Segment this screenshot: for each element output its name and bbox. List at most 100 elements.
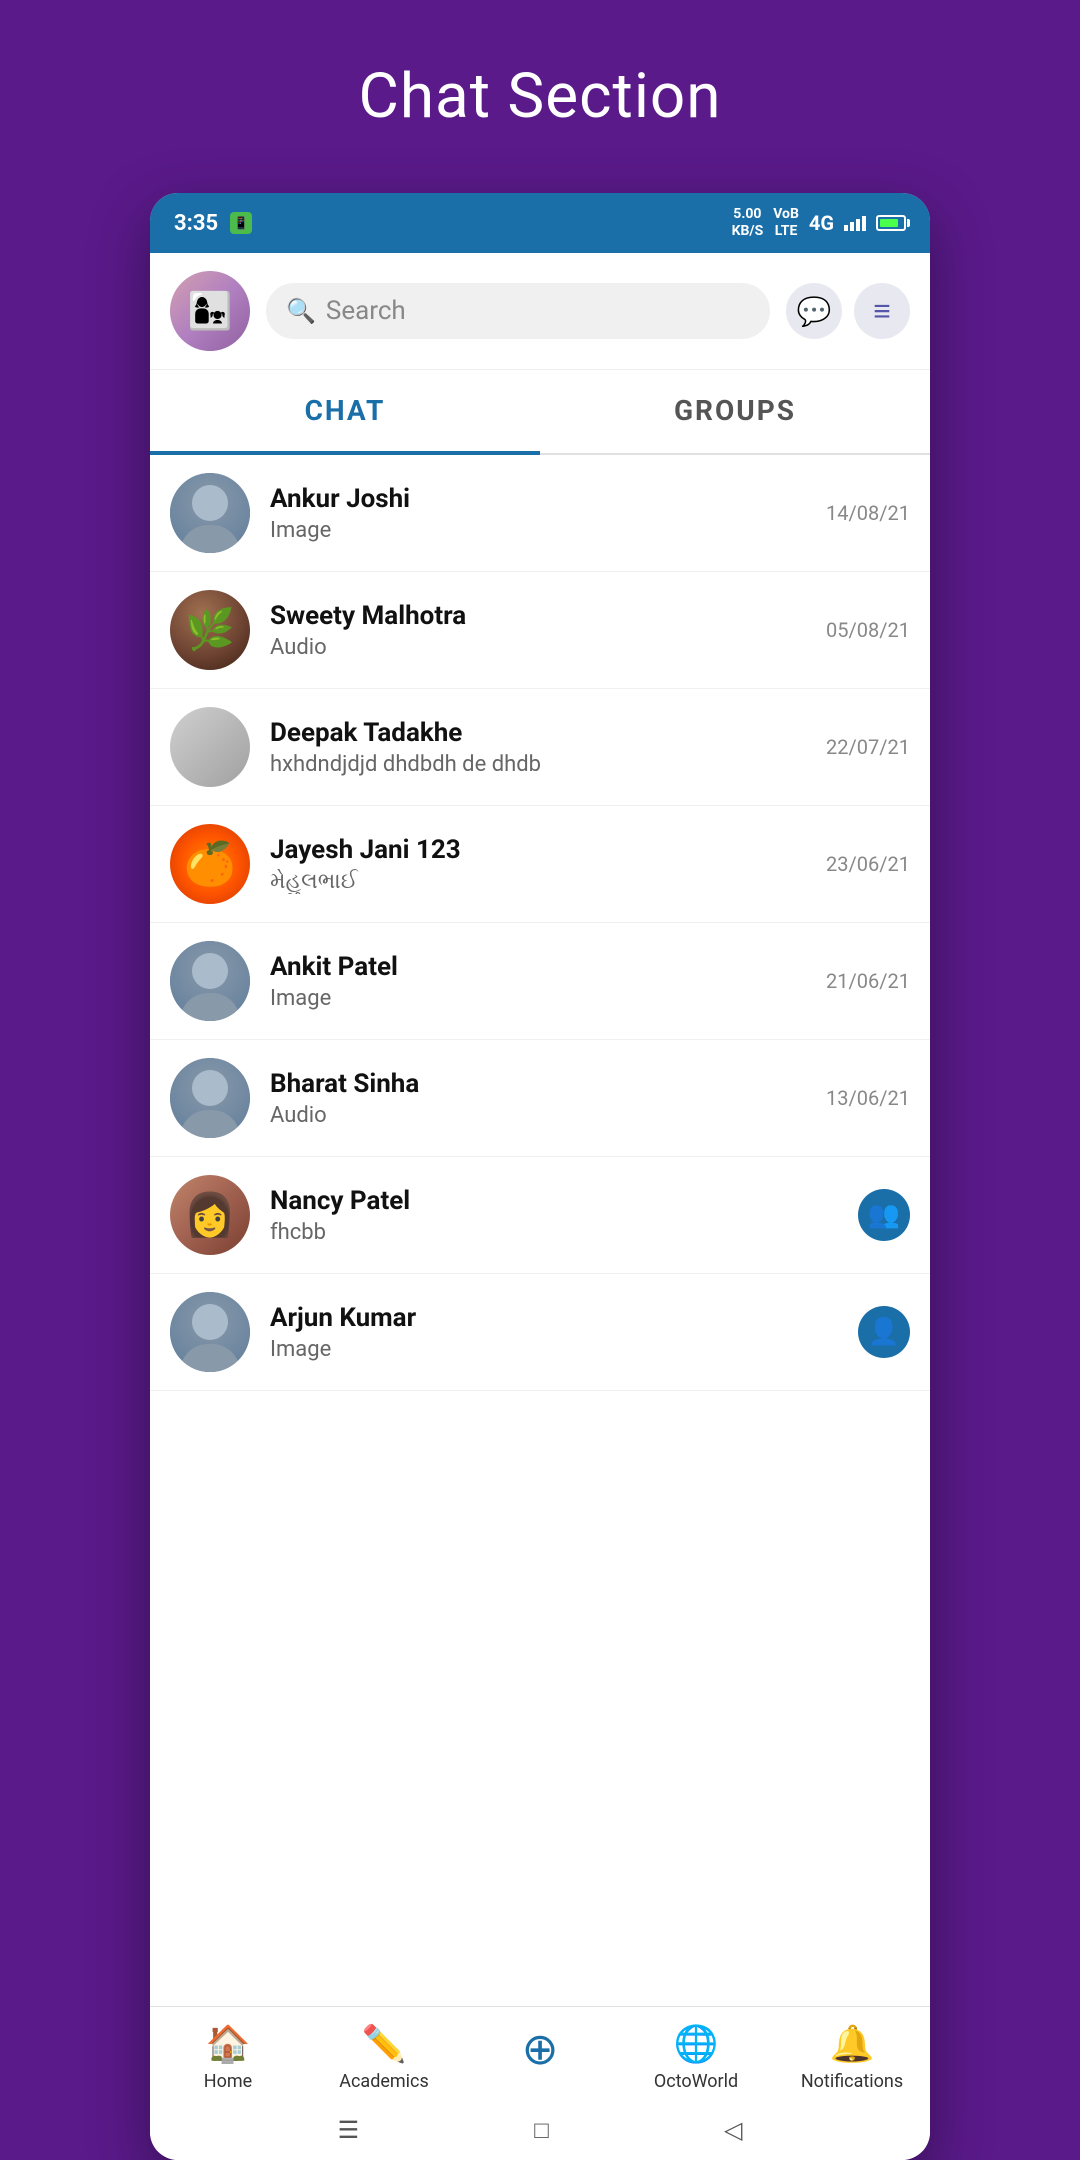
- nav-academics-label: Academics: [339, 2071, 429, 2092]
- list-item[interactable]: 🌿 Sweety Malhotra Audio 05/08/21: [150, 572, 930, 689]
- chat-name: Nancy Patel: [270, 1186, 858, 1216]
- group-badge-icon: 👥: [868, 1200, 900, 1230]
- android-back-button[interactable]: ◁: [724, 2116, 742, 2144]
- chat-time: 13/06/21: [826, 1086, 910, 1110]
- chat-info: Bharat Sinha Audio: [270, 1069, 826, 1128]
- chat-info: Deepak Tadakhe hxhdndjdjd dhdbdh de dhdb: [270, 718, 826, 777]
- chat-name: Ankur Joshi: [270, 484, 826, 514]
- chat-preview: Image: [270, 1337, 858, 1362]
- plus-icon: ⊕: [522, 2023, 559, 2075]
- avatar: [170, 707, 250, 787]
- search-icon: 🔍: [286, 297, 316, 325]
- avatar: 🌿: [170, 590, 250, 670]
- tab-chat[interactable]: CHAT: [150, 370, 540, 455]
- list-item[interactable]: Deepak Tadakhe hxhdndjdjd dhdbdh de dhdb…: [150, 689, 930, 806]
- nav-octoworld[interactable]: 🌐 OctoWorld: [618, 2023, 774, 2092]
- chat-info: Sweety Malhotra Audio: [270, 601, 826, 660]
- list-item[interactable]: Bharat Sinha Audio 13/06/21: [150, 1040, 930, 1157]
- avatar: [170, 473, 250, 553]
- notifications-icon: 🔔: [830, 2023, 875, 2065]
- chat-time: 23/06/21: [826, 852, 910, 876]
- avatar: [170, 941, 250, 1021]
- chat-info: Jayesh Jani 123 મેહુલભાઈ: [270, 835, 826, 894]
- nav-notifications[interactable]: 🔔 Notifications: [774, 2023, 930, 2092]
- list-item[interactable]: Ankur Joshi Image 14/08/21: [150, 455, 930, 572]
- nav-academics[interactable]: ✏️ Academics: [306, 2023, 462, 2092]
- header-icons: 💬 ≡: [786, 283, 910, 339]
- nav-notifications-label: Notifications: [801, 2071, 903, 2092]
- chat-time: 14/08/21: [826, 501, 910, 525]
- chat-info: Ankit Patel Image: [270, 952, 826, 1011]
- android-home-button[interactable]: □: [534, 2116, 549, 2145]
- android-nav: ☰ □ ◁: [150, 2100, 930, 2160]
- search-placeholder-text: Search: [326, 296, 406, 326]
- chat-name: Arjun Kumar: [270, 1303, 858, 1333]
- nav-home-label: Home: [204, 2071, 252, 2092]
- menu-button[interactable]: ≡: [854, 283, 910, 339]
- avatar[interactable]: [170, 271, 250, 351]
- status-time: 3:35: [174, 211, 218, 236]
- avatar: 👩: [170, 1175, 250, 1255]
- chat-name: Jayesh Jani 123: [270, 835, 826, 865]
- chat-meta: 13/06/21: [826, 1086, 910, 1110]
- chat-meta: 05/08/21: [826, 618, 910, 642]
- list-item[interactable]: 👩 Nancy Patel fhcbb 👥: [150, 1157, 930, 1274]
- avatar: 🍊: [170, 824, 250, 904]
- bottom-nav: 🏠 Home ✏️ Academics ⊕ 🌐 OctoWorld 🔔 Noti…: [150, 2006, 930, 2100]
- chat-time: 05/08/21: [826, 618, 910, 642]
- battery-icon: [876, 215, 906, 231]
- chat-info: Arjun Kumar Image: [270, 1303, 858, 1362]
- network-type: 4G: [809, 211, 834, 235]
- network-speed: 5.00KB/S: [732, 206, 764, 240]
- octoworld-icon: 🌐: [674, 2023, 719, 2065]
- chat-meta: 22/07/21: [826, 735, 910, 759]
- status-bar: 3:35 📱 5.00KB/S VoBLTE 4G: [150, 193, 930, 253]
- chat-meta: 14/08/21: [826, 501, 910, 525]
- status-bar-right: 5.00KB/S VoBLTE 4G: [732, 206, 906, 240]
- nav-octoworld-label: OctoWorld: [654, 2071, 738, 2092]
- nav-home[interactable]: 🏠 Home: [150, 2023, 306, 2092]
- person-badge-icon: 👤: [868, 1317, 900, 1347]
- chat-preview: Image: [270, 986, 826, 1011]
- chat-preview: Audio: [270, 1103, 826, 1128]
- sim-icon: 📱: [230, 212, 252, 234]
- chat-meta: 21/06/21: [826, 969, 910, 993]
- chat-bubble-icon: 💬: [797, 295, 832, 328]
- chat-time: 22/07/21: [826, 735, 910, 759]
- chat-meta: 👤: [858, 1306, 910, 1358]
- chat-preview: મેહુલભાઈ: [270, 869, 826, 894]
- phone-container: 3:35 📱 5.00KB/S VoBLTE 4G: [150, 193, 930, 2160]
- chat-preview: hxhdndjdjd dhdbdh de dhdb: [270, 752, 826, 777]
- volte-icon: VoBLTE: [773, 206, 799, 240]
- android-menu-button[interactable]: ☰: [338, 2116, 360, 2144]
- academics-icon: ✏️: [362, 2023, 407, 2065]
- page-title: Chat Section: [359, 60, 722, 133]
- list-item[interactable]: 🍊 Jayesh Jani 123 મેહુલભાઈ 23/06/21: [150, 806, 930, 923]
- list-item[interactable]: Ankit Patel Image 21/06/21: [150, 923, 930, 1040]
- group-badge: 👥: [858, 1189, 910, 1241]
- chat-name: Ankit Patel: [270, 952, 826, 982]
- person-badge: 👤: [858, 1306, 910, 1358]
- chat-time: 21/06/21: [826, 969, 910, 993]
- chat-preview: Image: [270, 518, 826, 543]
- avatar: [170, 1058, 250, 1138]
- chat-info: Nancy Patel fhcbb: [270, 1186, 858, 1245]
- chat-meta: 👥: [858, 1189, 910, 1241]
- tabs: CHAT GROUPS: [150, 370, 930, 455]
- hamburger-icon: ≡: [873, 294, 891, 329]
- home-icon: 🏠: [206, 2023, 251, 2065]
- chat-preview: Audio: [270, 635, 826, 660]
- chat-info: Ankur Joshi Image: [270, 484, 826, 543]
- chat-name: Sweety Malhotra: [270, 601, 826, 631]
- signal-bars: [844, 216, 866, 231]
- chat-meta: 23/06/21: [826, 852, 910, 876]
- tab-groups[interactable]: GROUPS: [540, 370, 930, 453]
- nav-plus[interactable]: ⊕: [462, 2023, 618, 2092]
- list-item[interactable]: Arjun Kumar Image 👤: [150, 1274, 930, 1391]
- status-bar-left: 3:35 📱: [174, 211, 252, 236]
- chat-bubble-button[interactable]: 💬: [786, 283, 842, 339]
- chat-name: Bharat Sinha: [270, 1069, 826, 1099]
- chat-name: Deepak Tadakhe: [270, 718, 826, 748]
- chat-list: Ankur Joshi Image 14/08/21 🌿 Sweety Malh…: [150, 455, 930, 2006]
- search-bar[interactable]: 🔍 Search: [266, 283, 770, 339]
